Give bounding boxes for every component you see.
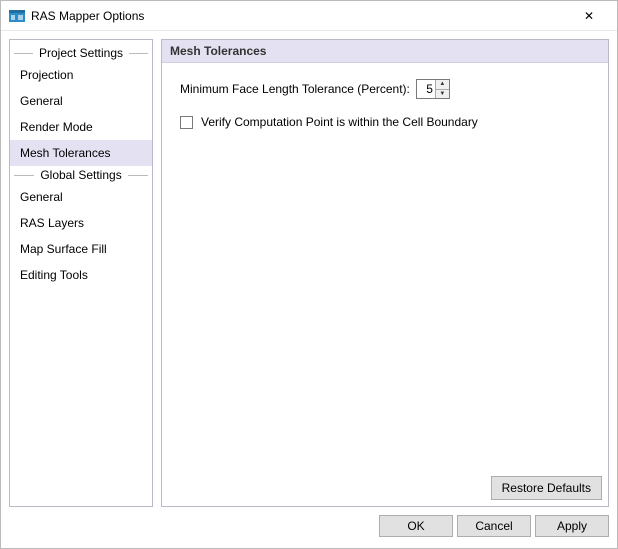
min-face-label: Minimum Face Length Tolerance (Percent):	[180, 82, 410, 96]
content-area: Project Settings Projection General Rend…	[1, 31, 617, 511]
verify-label: Verify Computation Point is within the C…	[201, 115, 478, 129]
sidebar-item-mesh-tolerances[interactable]: Mesh Tolerances	[10, 140, 152, 166]
ok-button[interactable]: OK	[379, 515, 453, 537]
sidebar-item-general-global[interactable]: General	[10, 184, 152, 210]
panel-body: Minimum Face Length Tolerance (Percent):…	[162, 63, 608, 506]
sidebar-section-global: Global Settings	[10, 166, 152, 184]
restore-defaults-button[interactable]: Restore Defaults	[491, 476, 602, 500]
footer: OK Cancel Apply	[1, 511, 617, 541]
main-panel: Mesh Tolerances Minimum Face Length Tole…	[161, 39, 609, 507]
spinner-down-button[interactable]: ▼	[436, 90, 449, 99]
verify-checkbox[interactable]	[180, 116, 193, 129]
sidebar-item-general-project[interactable]: General	[10, 88, 152, 114]
sidebar-item-projection[interactable]: Projection	[10, 62, 152, 88]
min-face-spinner[interactable]: ▲ ▼	[416, 79, 450, 99]
sidebar: Project Settings Projection General Rend…	[9, 39, 153, 507]
close-button[interactable]: ✕	[569, 2, 609, 30]
close-icon: ✕	[584, 9, 594, 23]
app-icon	[9, 8, 25, 24]
window-title: RAS Mapper Options	[31, 9, 569, 23]
title-bar: RAS Mapper Options ✕	[1, 1, 617, 31]
sidebar-section-global-label: Global Settings	[34, 168, 127, 182]
min-face-input[interactable]	[417, 80, 435, 98]
sidebar-item-render-mode[interactable]: Render Mode	[10, 114, 152, 140]
cancel-button[interactable]: Cancel	[457, 515, 531, 537]
sidebar-item-map-surface-fill[interactable]: Map Surface Fill	[10, 236, 152, 262]
min-face-row: Minimum Face Length Tolerance (Percent):…	[180, 79, 590, 99]
apply-button[interactable]: Apply	[535, 515, 609, 537]
sidebar-item-ras-layers[interactable]: RAS Layers	[10, 210, 152, 236]
verify-row[interactable]: Verify Computation Point is within the C…	[180, 115, 590, 129]
spinner-up-button[interactable]: ▲	[436, 80, 449, 90]
panel-header: Mesh Tolerances	[162, 40, 608, 63]
sidebar-item-editing-tools[interactable]: Editing Tools	[10, 262, 152, 288]
sidebar-section-project-label: Project Settings	[33, 46, 129, 60]
sidebar-section-project: Project Settings	[10, 44, 152, 62]
